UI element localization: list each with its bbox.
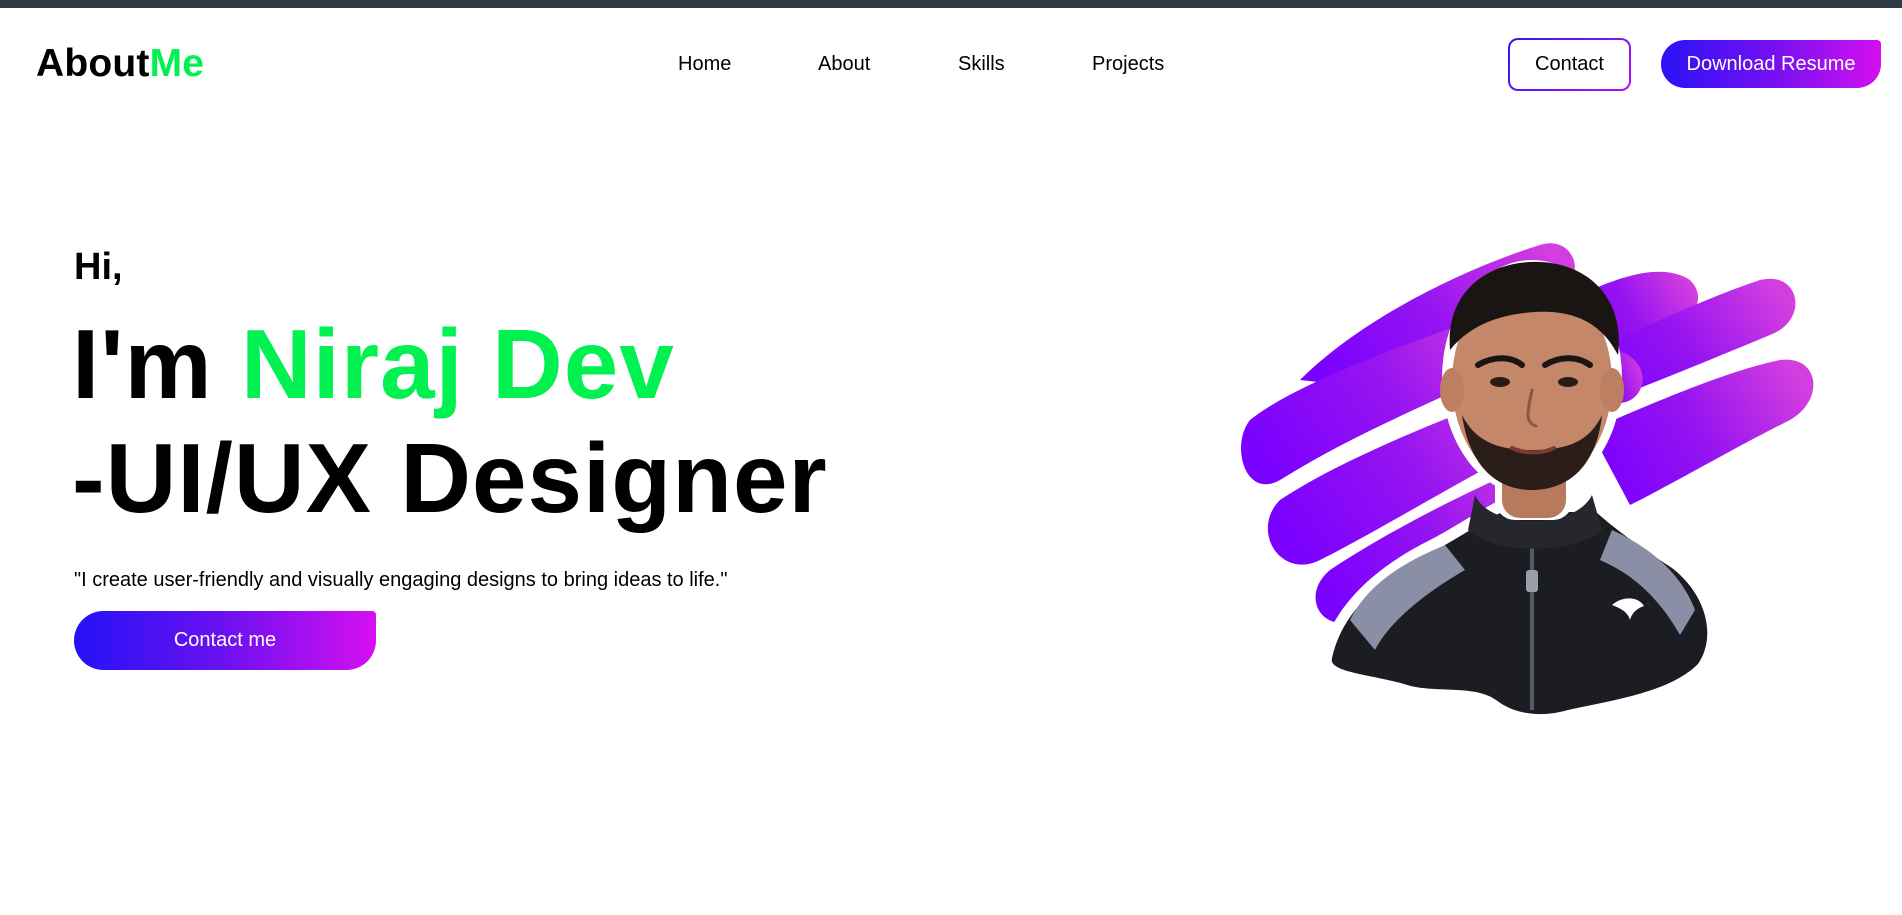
hero-role-text: -UI/UX Designer — [72, 423, 828, 533]
browser-top-strip — [0, 0, 1902, 8]
hero-name-text: Niraj Dev — [240, 309, 675, 419]
logo-main-text: About — [36, 42, 150, 85]
contact-button-label: Contact — [1510, 40, 1629, 89]
greeting-text: Hi, — [74, 246, 123, 288]
logo-accent-text: Me — [149, 42, 205, 85]
site-logo[interactable]: AboutMe — [36, 40, 204, 88]
contact-button[interactable]: Contact — [1508, 38, 1631, 91]
download-resume-button[interactable]: Download Resume — [1661, 40, 1881, 88]
nav-home-link[interactable]: Home — [678, 52, 731, 76]
profile-photo-icon — [1240, 240, 1820, 730]
intro-prefix-text: I'm — [72, 309, 241, 419]
hero-tagline: "I create user-friendly and visually eng… — [74, 569, 728, 591]
nav-skills-link[interactable]: Skills — [958, 52, 1005, 76]
nav-projects-link[interactable]: Projects — [1092, 52, 1164, 76]
contact-me-button[interactable]: Contact me — [74, 611, 376, 670]
hero-headline: I'm Niraj Dev — [72, 306, 675, 422]
nav-about-link[interactable]: About — [818, 52, 870, 76]
